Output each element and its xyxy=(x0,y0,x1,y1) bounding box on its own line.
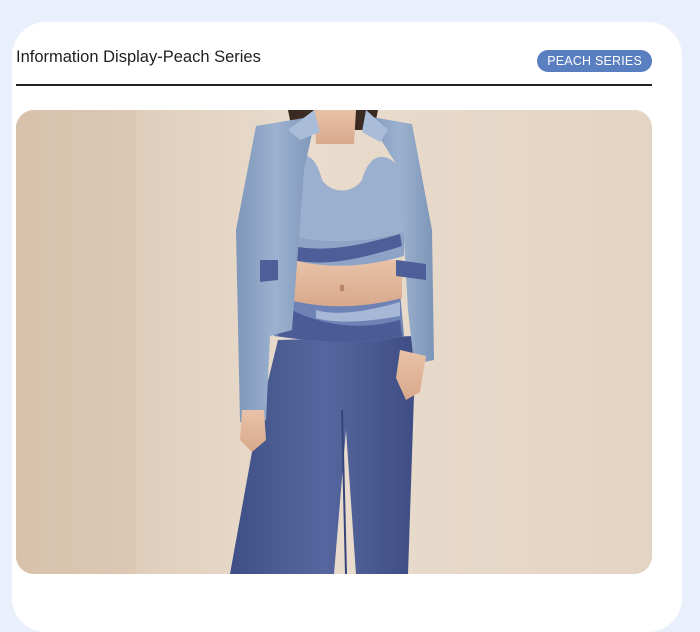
series-badge: PEACH SERIES xyxy=(537,50,652,72)
header-divider xyxy=(16,84,652,86)
section-header: Information Display-Peach Series PEACH S… xyxy=(16,48,652,86)
model-illustration xyxy=(16,110,652,574)
product-photo xyxy=(16,110,652,574)
section-title: Information Display-Peach Series xyxy=(16,48,261,66)
